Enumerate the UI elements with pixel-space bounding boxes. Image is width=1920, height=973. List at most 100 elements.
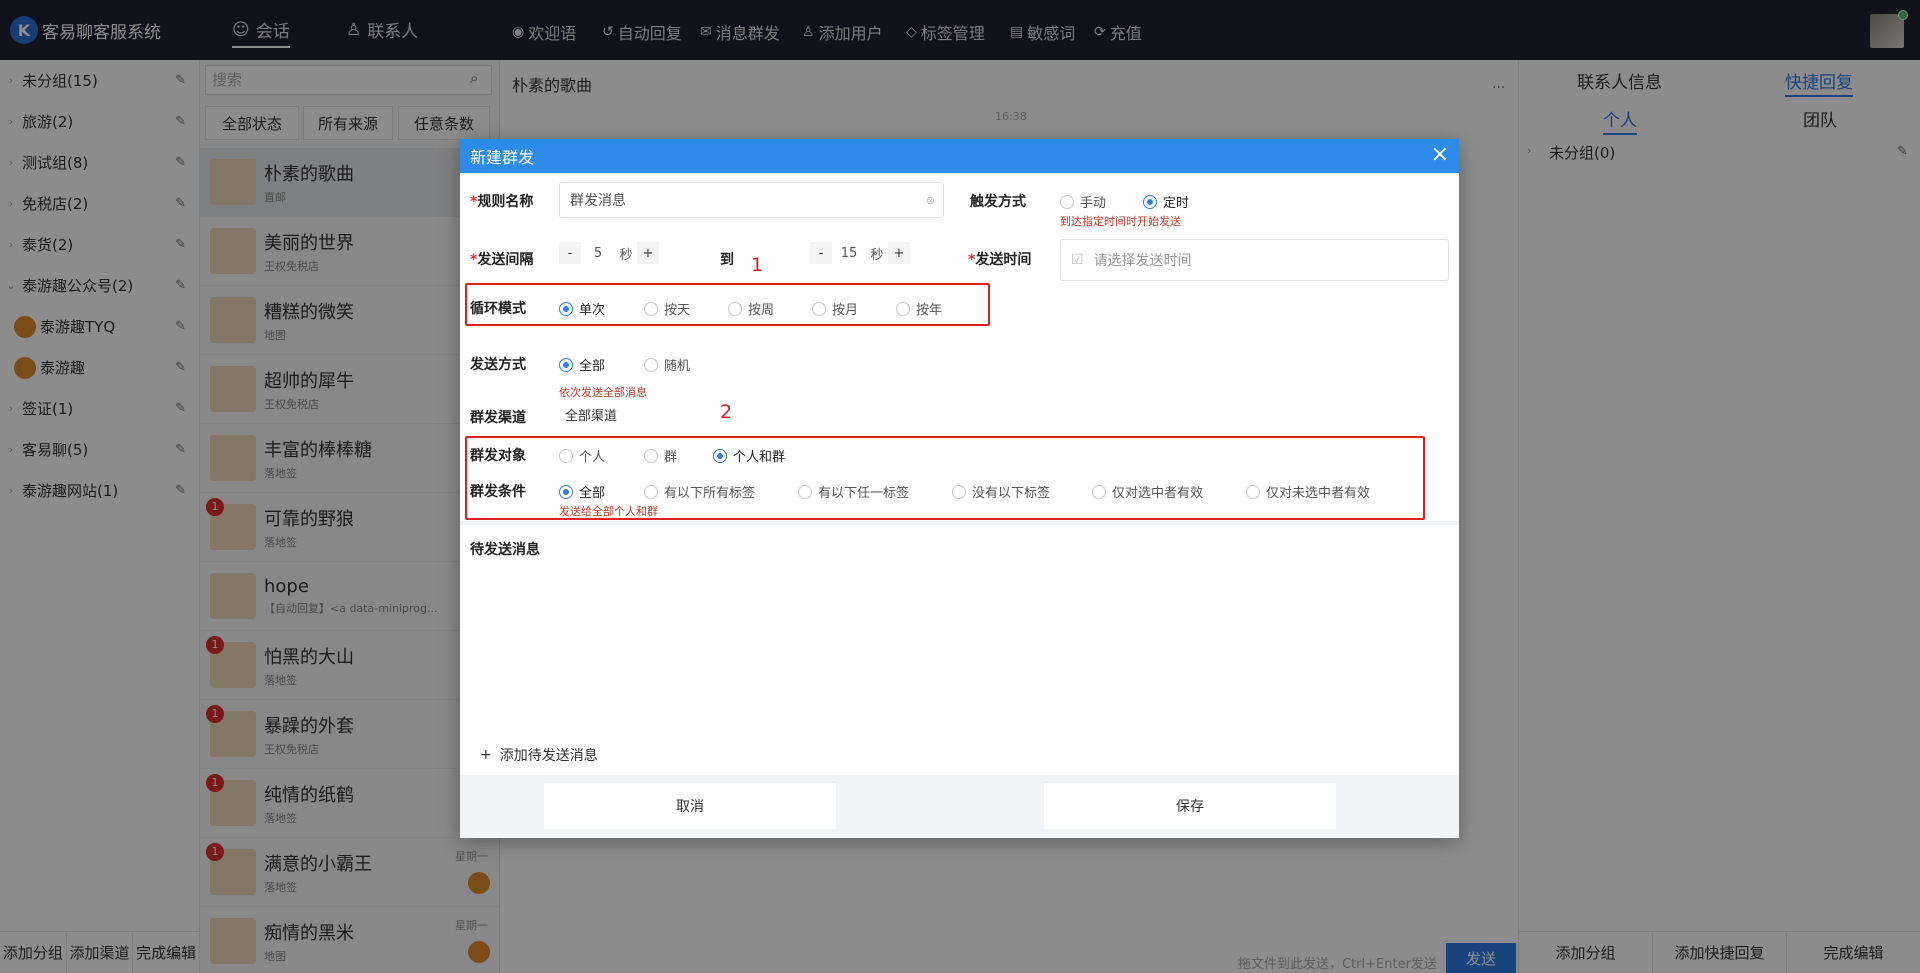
plus-button[interactable]: + <box>888 242 910 264</box>
calendar-icon: ☑ <box>1071 252 1084 268</box>
send-time-placeholder: 请选择发送时间 <box>1093 253 1192 269</box>
dialog-header: 新建群发 × <box>460 139 1459 173</box>
interval-to-stepper[interactable]: - 15 秒 + <box>810 242 910 264</box>
channel-value[interactable]: 全部渠道 <box>565 405 617 424</box>
radio-label: 按天 <box>664 303 691 318</box>
radio-circle <box>798 484 812 499</box>
loop-weekly-radio[interactable]: 按周 <box>728 299 774 318</box>
loop-mode-label: 循环模式 <box>470 301 526 317</box>
condition-selected-only-radio[interactable]: 仅对选中者有效 <box>1092 482 1203 501</box>
trigger-label: 触发方式 <box>970 194 1026 210</box>
cancel-button[interactable]: 取消 <box>544 783 836 829</box>
loop-once-radio[interactable]: 单次 <box>559 299 605 318</box>
radio-label: 全部 <box>579 486 606 501</box>
unit-label: 秒 <box>619 247 633 263</box>
radio-circle <box>644 357 658 372</box>
radio-circle <box>559 448 573 463</box>
rule-name-input[interactable]: 群发消息 ⊗ <box>559 182 944 218</box>
send-mode-hint: 依次发送全部消息 <box>559 386 647 399</box>
radio-circle <box>952 484 966 499</box>
send-time-label: *发送时间 <box>968 252 1032 268</box>
radio-label: 没有以下标签 <box>972 486 1051 501</box>
rule-name-value: 群发消息 <box>570 193 626 209</box>
trigger-hint: 到达指定时间时开始发送 <box>1060 215 1181 228</box>
send-time-input[interactable]: ☑ 请选择发送时间 <box>1060 239 1449 281</box>
rule-name-label-text: 规则名称 <box>477 194 534 210</box>
radio-circle <box>896 301 910 316</box>
trigger-timed-radio[interactable]: 定时 <box>1143 192 1189 211</box>
rule-name-label: *规则名称 <box>470 194 534 210</box>
minus-button[interactable]: - <box>559 242 581 264</box>
radio-label: 定时 <box>1163 196 1190 211</box>
target-label: 群发对象 <box>470 448 526 464</box>
target-personal-radio[interactable]: 个人 <box>559 446 605 465</box>
radio-label: 按年 <box>916 303 943 318</box>
send-mode-label: 发送方式 <box>470 357 526 373</box>
radio-label: 有以下任一标签 <box>818 486 910 501</box>
condition-no-tags-radio[interactable]: 没有以下标签 <box>952 482 1050 501</box>
radio-circle <box>1246 484 1260 499</box>
radio-label: 单次 <box>579 303 606 318</box>
radio-label: 仅对未选中者有效 <box>1266 486 1371 501</box>
radio-label: 有以下所有标签 <box>664 486 756 501</box>
radio-label: 个人 <box>579 450 606 465</box>
dialog-title: 新建群发 <box>470 148 535 167</box>
trigger-manual-radio[interactable]: 手动 <box>1060 192 1106 211</box>
radio-circle <box>713 448 727 463</box>
interval-from-stepper[interactable]: - 5 秒 + <box>559 242 659 264</box>
send-time-label-text: 发送时间 <box>975 252 1032 268</box>
radio-label: 群 <box>664 450 678 465</box>
radio-circle <box>812 301 826 316</box>
condition-label: 群发条件 <box>470 484 526 500</box>
to-label: 到 <box>720 252 734 268</box>
close-icon[interactable]: × <box>1431 142 1449 168</box>
radio-label: 个人和群 <box>733 450 786 465</box>
target-group-radio[interactable]: 群 <box>644 446 677 465</box>
unit-label: 秒 <box>870 247 884 263</box>
target-both-radio[interactable]: 个人和群 <box>713 446 785 465</box>
channel-label: 群发渠道 <box>470 410 526 426</box>
send-mode-random-radio[interactable]: 随机 <box>644 355 690 374</box>
radio-label: 手动 <box>1080 196 1107 211</box>
radio-circle <box>728 301 742 316</box>
plus-button[interactable]: + <box>637 242 659 264</box>
pending-messages-label: 待发送消息 <box>470 542 540 558</box>
add-pending-label: 添加待发送消息 <box>499 748 598 764</box>
send-mode-all-radio[interactable]: 全部 <box>559 355 605 374</box>
radio-circle <box>644 301 658 316</box>
radio-circle <box>644 484 658 499</box>
annotation-number: 1 <box>751 254 764 276</box>
interval-label-text: 发送间隔 <box>477 252 534 268</box>
loop-daily-radio[interactable]: 按天 <box>644 299 690 318</box>
new-broadcast-dialog: 新建群发 × *规则名称 群发消息 ⊗ 触发方式 手动 定时 到达指定时间时开始发… <box>460 139 1459 838</box>
radio-label: 全部 <box>579 359 606 374</box>
radio-label: 随机 <box>664 359 691 374</box>
condition-unselected-only-radio[interactable]: 仅对未选中者有效 <box>1246 482 1370 501</box>
radio-circle <box>1143 194 1157 209</box>
condition-all-radio[interactable]: 全部 <box>559 482 605 501</box>
radio-circle <box>1060 194 1074 209</box>
radio-label: 按周 <box>748 303 775 318</box>
radio-label: 按月 <box>832 303 859 318</box>
loop-monthly-radio[interactable]: 按月 <box>812 299 858 318</box>
minus-button[interactable]: - <box>810 242 832 264</box>
interval-from-value[interactable]: 5 <box>581 246 615 261</box>
loop-yearly-radio[interactable]: 按年 <box>896 299 942 318</box>
radio-circle <box>644 448 658 463</box>
annotation-number: 2 <box>720 401 733 423</box>
radio-circle <box>559 357 573 372</box>
radio-circle <box>559 484 573 499</box>
condition-has-any-tag-radio[interactable]: 有以下任一标签 <box>798 482 909 501</box>
save-button[interactable]: 保存 <box>1044 783 1336 829</box>
radio-circle <box>559 301 573 316</box>
clear-icon[interactable]: ⊗ <box>926 194 935 207</box>
condition-hint: 发送给全部个人和群 <box>559 505 658 518</box>
interval-to-value[interactable]: 15 <box>832 246 866 261</box>
plus-icon: + <box>480 747 492 763</box>
condition-has-all-tags-radio[interactable]: 有以下所有标签 <box>644 482 755 501</box>
add-pending-message-button[interactable]: + 添加待发送消息 <box>480 745 598 765</box>
divider <box>460 521 1459 525</box>
interval-label: *发送间隔 <box>470 252 534 268</box>
radio-label: 仅对选中者有效 <box>1112 486 1204 501</box>
radio-circle <box>1092 484 1106 499</box>
